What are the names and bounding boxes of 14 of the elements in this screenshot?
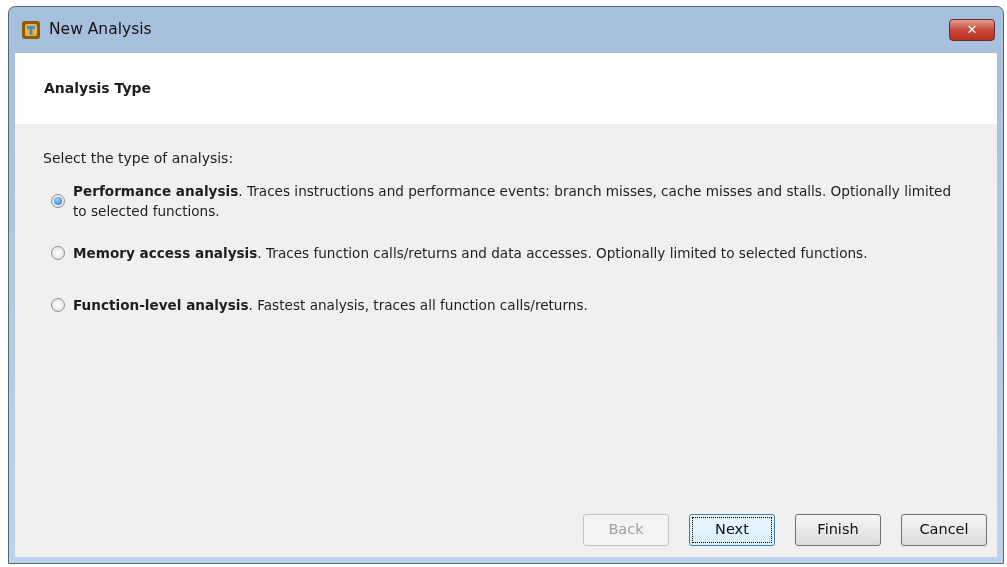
dialog-button[interactable]: Next <box>689 514 775 546</box>
dialog-button[interactable]: Finish <box>795 514 881 546</box>
page-title: Analysis Type <box>44 79 152 98</box>
option-label[interactable]: Performance analysis. Traces instructions and performance events: branch misses, cache misses and stalls. Optionally limited to selected functions. <box>73 181 953 221</box>
radio-button[interactable] <box>51 298 65 312</box>
window-title: New Analysis <box>49 19 152 41</box>
prompt-text: Select the type of analysis: <box>43 149 235 168</box>
chip-icon <box>21 20 41 40</box>
option-label[interactable]: Function-level analysis. Fastest analysis, traces all function calls/returns. <box>73 295 953 315</box>
option-label[interactable]: Memory access analysis. Traces function calls/returns and data accesses. Optionally limited to selected functions. <box>73 243 953 263</box>
radio-button[interactable] <box>51 246 65 260</box>
dialog-button[interactable]: Cancel <box>901 514 987 546</box>
close-button[interactable]: ✕ <box>949 19 995 41</box>
radio-button[interactable] <box>51 194 65 208</box>
